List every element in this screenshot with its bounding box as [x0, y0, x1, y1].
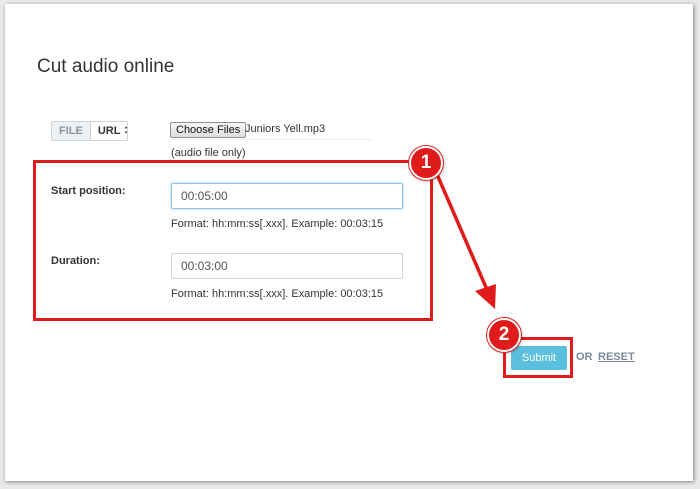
step-1-badge: 1 [409, 146, 443, 180]
step-2-badge: 2 [487, 318, 521, 352]
annotation-arrow [434, 170, 496, 309]
